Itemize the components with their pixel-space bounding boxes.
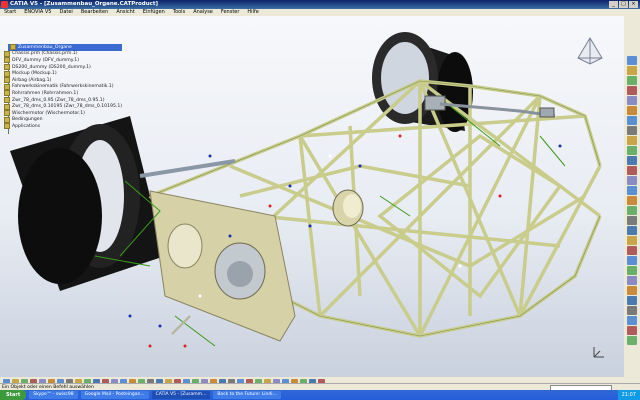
menu-bar: Start ENOVIA V5 Datei Bearbeiten Ansicht… [0, 9, 640, 16]
front-bulkhead [149, 190, 296, 342]
menu-einfuegen[interactable]: Einfügen [143, 9, 165, 16]
tree-item[interactable]: Applications [4, 123, 122, 130]
right-toolbar [624, 16, 640, 377]
tree-item[interactable]: DS200_dummy (DS200_dummy.1) [4, 64, 122, 71]
toolbar-button[interactable] [627, 286, 637, 295]
part-icon [4, 103, 10, 110]
tree-item[interactable]: Zwr_78_dms_0.10195 (Zwr_78_dms_0.10195.1… [4, 103, 122, 110]
tree-root-label: Zusammenbau_Organe [18, 44, 72, 50]
catia-app-icon [1, 1, 8, 8]
toolbar-button[interactable] [627, 216, 637, 225]
menu-bearbeiten[interactable]: Bearbeiten [81, 9, 108, 16]
toolbar-button[interactable] [627, 146, 637, 155]
specification-tree: Zusammenbau_Organe Chassis.prm (Chassis.… [4, 44, 123, 130]
toolbar-button[interactable] [627, 136, 637, 145]
3d-viewport[interactable]: Zusammenbau_Organe Chassis.prm (Chassis.… [0, 16, 624, 377]
toolbar-button[interactable] [627, 96, 637, 105]
toolbar-button[interactable] [627, 196, 637, 205]
applications-icon [4, 123, 10, 130]
toolbar-button[interactable] [627, 116, 637, 125]
tree-item[interactable]: Zwr_78_dms_0.95 (Zwr_78_dms_0.95.1) [4, 97, 122, 104]
toolbar-button[interactable] [627, 106, 637, 115]
toolbar-button[interactable] [627, 86, 637, 95]
tree-root[interactable]: Zusammenbau_Organe [8, 44, 123, 51]
window-controls: _ □ × [609, 1, 638, 8]
close-button[interactable]: × [629, 1, 638, 8]
tree-item[interactable]: DFV_dummy (DFV_dummy.1) [4, 57, 122, 64]
part-icon [4, 110, 10, 117]
part-icon [4, 70, 10, 77]
tree-item[interactable]: Wischermotor (Wischermotor.1) [4, 110, 122, 117]
toolbar-button[interactable] [627, 126, 637, 135]
maximize-button[interactable]: □ [619, 1, 628, 8]
part-icon [4, 90, 10, 97]
part-icon [4, 57, 10, 64]
toolbar-button[interactable] [627, 236, 637, 245]
title-bar: CATIA V5 - [Zusammenbau_Organe.CATProduc… [0, 0, 640, 9]
constraints-icon [4, 116, 10, 123]
toolbar-button[interactable] [627, 296, 637, 305]
toolbar-button[interactable] [627, 246, 637, 255]
taskbar-item[interactable]: CATIA V5 - [Zusamm... [151, 391, 211, 399]
product-icon [10, 44, 16, 51]
part-icon [4, 83, 10, 90]
toolbar-button[interactable] [627, 156, 637, 165]
menu-fenster[interactable]: Fenster [221, 9, 240, 16]
toolbar-button[interactable] [627, 66, 637, 75]
toolbar-button[interactable] [627, 166, 637, 175]
toolbar-button[interactable] [627, 256, 637, 265]
toolbar-button[interactable] [627, 306, 637, 315]
window-title: CATIA V5 - [Zusammenbau_Organe.CATProduc… [10, 1, 159, 7]
part-icon [4, 64, 10, 71]
taskbar-item[interactable]: Skype™ - swisc98 [29, 391, 78, 399]
toolbar-button[interactable] [627, 56, 637, 65]
tree-item[interactable]: Rohrrahmen (Rohrrahmen.1) [4, 90, 122, 97]
menu-hilfe[interactable]: Hilfe [247, 9, 258, 16]
toolbar-button[interactable] [627, 226, 637, 235]
tree-item[interactable]: Bedingungen [4, 116, 122, 124]
taskbar-item[interactable]: Back to the Future: Lindi... [213, 391, 281, 399]
minimize-button[interactable]: _ [609, 1, 618, 8]
windows-taskbar: Start Skype™ - swisc98 Google Mail - Pos… [0, 390, 640, 400]
tree-item[interactable]: Fahrwerkskinematik (Fahrwerkskinematik.1… [4, 83, 122, 91]
part-icon [4, 97, 10, 104]
menu-datei[interactable]: Datei [59, 9, 72, 16]
menu-ansicht[interactable]: Ansicht [116, 9, 134, 16]
toolbar-button[interactable] [627, 206, 637, 215]
toolbar-button[interactable] [627, 186, 637, 195]
toolbar-button[interactable] [627, 76, 637, 85]
compass-icon[interactable] [576, 36, 604, 66]
tree-item[interactable]: Mockup (Mockup.1) [4, 70, 122, 77]
tree-item[interactable]: Chassis.prm (Chassis.prm.1) [4, 50, 122, 58]
toolbar-button[interactable] [627, 276, 637, 285]
toolbar-button[interactable] [627, 326, 637, 335]
menu-enovia[interactable]: ENOVIA V5 [24, 9, 51, 16]
toolbar-button[interactable] [627, 336, 637, 345]
menu-analyse[interactable]: Analyse [193, 9, 213, 16]
tree-item[interactable]: Airbag (Airbag.1) [4, 77, 122, 84]
axis-triad-icon [593, 347, 604, 358]
toolbar-button[interactable] [627, 266, 637, 275]
menu-tools[interactable]: Tools [173, 9, 185, 16]
brake-disc [332, 189, 364, 227]
taskbar-item[interactable]: Google Mail - Posteingan... [80, 391, 149, 399]
toolbar-button[interactable] [627, 316, 637, 325]
start-button[interactable]: Start [0, 390, 27, 400]
toolbar-button[interactable] [627, 176, 637, 185]
system-clock: 21:07 [617, 390, 640, 400]
part-icon [4, 77, 10, 84]
menu-start[interactable]: Start [4, 9, 16, 16]
part-icon [4, 50, 10, 57]
